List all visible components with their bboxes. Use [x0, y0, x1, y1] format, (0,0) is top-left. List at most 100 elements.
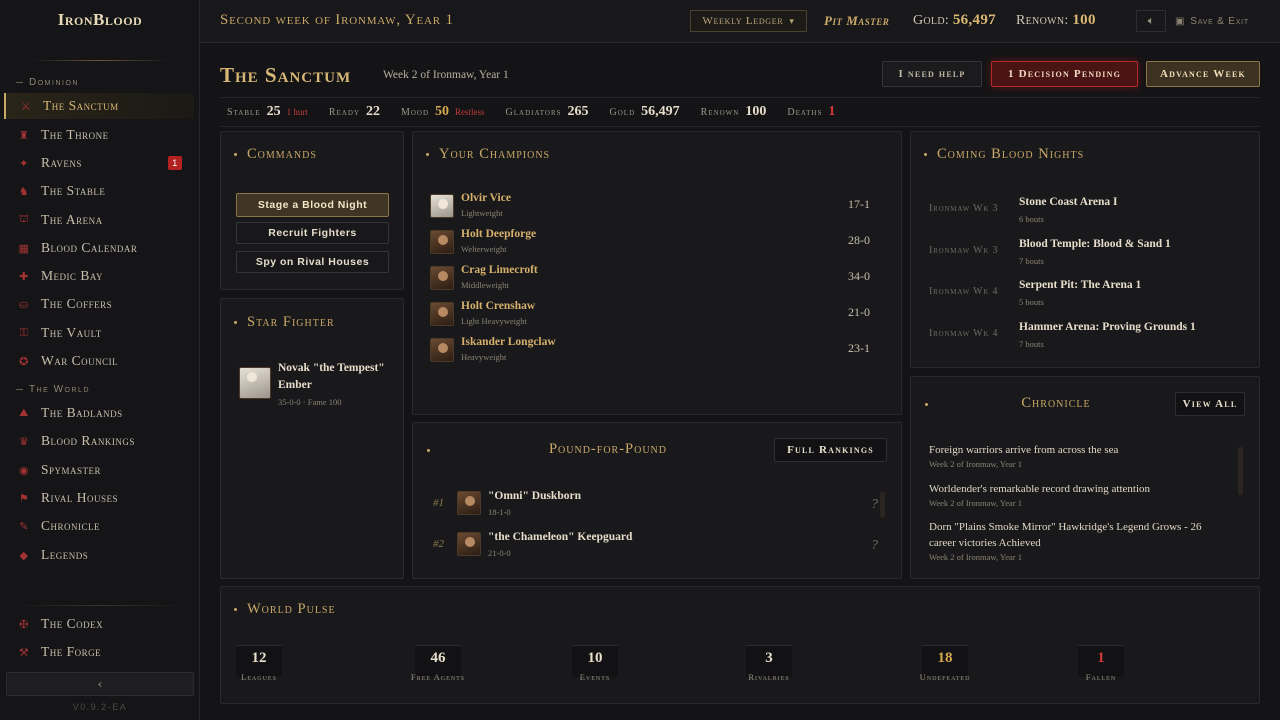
chevron-left-icon: ‹ — [97, 677, 103, 691]
speaker-icon: 🔈︎ — [1147, 14, 1155, 27]
decision-pending-button[interactable]: 1 Decision Pending — [991, 61, 1138, 87]
ranking-row[interactable]: #1 "Omni" Duskborn 18-1-0? — [433, 487, 888, 521]
blood-night-row[interactable]: Ironmaw Wk 3 Stone Coast Arena I6 bouts — [929, 190, 1259, 230]
champion-row[interactable]: Olvir Vice Lightweight 17-1 — [430, 190, 870, 224]
arena-icon: ⛫ — [18, 213, 30, 225]
role-title: Pit Master — [824, 13, 890, 28]
sidebar-item-legends[interactable]: ◆ Legends — [4, 542, 194, 568]
sidebar-item-blood-rankings[interactable]: ♛ Blood Rankings — [4, 428, 194, 454]
app-logo: IronBlood — [57, 10, 143, 29]
pulse-fallen: 1 Fallen — [1067, 645, 1135, 689]
scrollbar[interactable] — [880, 492, 885, 518]
avatar — [430, 194, 454, 218]
sidebar-item-medic-bay[interactable]: ✚ Medic Bay — [4, 263, 194, 289]
week-title: Second week of Ironmaw, Year 1 — [220, 12, 454, 28]
sidebar-item-forge[interactable]: ⚒ The Forge — [4, 639, 194, 665]
sidebar-item-war-council[interactable]: ✪ War Council — [4, 348, 194, 374]
sidebar-item-blood-calendar[interactable]: ▦ Blood Calendar — [4, 235, 194, 261]
avatar — [430, 266, 454, 290]
stage-blood-night-button[interactable]: Stage a Blood Night — [236, 193, 389, 217]
helm-icon: ⚔ — [20, 100, 32, 113]
pulse-free-agents: 46 Free Agents — [404, 645, 472, 689]
champion-row[interactable]: Iskander Longclaw Heavyweight 23-1 — [430, 334, 870, 368]
sidebar-item-arena[interactable]: ⛫ The Arena — [4, 207, 194, 233]
stat-gold: Gold 56,497 — [609, 104, 680, 119]
horse-icon: ♞ — [18, 185, 30, 198]
help-button[interactable]: I need help — [882, 61, 982, 87]
page-title: The Sanctum — [220, 63, 352, 87]
sidebar-item-sanctum[interactable]: ⚔ The Sanctum — [4, 93, 194, 119]
advance-week-button[interactable]: Advance Week — [1146, 61, 1260, 87]
sound-toggle-button[interactable]: 🔈︎ — [1136, 10, 1166, 32]
sidebar-item-vault[interactable]: ⚿ The Vault — [4, 320, 194, 346]
sidebar-item-rival-houses[interactable]: ⚑ Rival Houses — [4, 485, 194, 511]
sidebar-item-throne[interactable]: ♜ The Throne — [4, 122, 194, 148]
sidebar-item-coffers[interactable]: ⛀ The Coffers — [4, 291, 194, 317]
weekly-ledger-dropdown[interactable]: Weekly Ledger ▾ — [690, 10, 807, 32]
sidebar-item-codex[interactable]: ✠ The Codex — [4, 611, 194, 637]
pulse-events: 10 Events — [561, 645, 629, 689]
blood-night-row[interactable]: Ironmaw Wk 4 Serpent Pit: The Arena 15 bo… — [929, 273, 1259, 313]
sidebar-item-spymaster[interactable]: ◉ Spymaster — [4, 457, 194, 483]
view-all-button[interactable]: View All — [1175, 392, 1245, 416]
panel-title: Pound-for-Pound — [548, 441, 667, 457]
stat-stable: Stable 25 1 hurt — [227, 104, 308, 119]
badlands-icon: ⛰ — [19, 406, 29, 419]
throne-icon: ♜ — [18, 129, 30, 142]
spy-icon: ◉ — [18, 464, 30, 477]
page-subtitle: Week 2 of Ironmaw, Year 1 — [383, 69, 509, 81]
star-fighter-name[interactable]: Novak "the Tempest" Ember — [278, 360, 385, 394]
codex-icon: ✠ — [19, 618, 29, 631]
commands-panel: Commands Stage a Blood Night Recruit Fig… — [220, 131, 404, 290]
avatar — [430, 230, 454, 254]
save-exit-button[interactable]: ▣ Save & Exit — [1175, 10, 1271, 32]
full-rankings-button[interactable]: Full Rankings — [774, 438, 887, 462]
chronicle-icon: ✎ — [19, 520, 29, 533]
stat-mood: Mood 50 Restless — [400, 104, 485, 119]
recruit-fighters-button[interactable]: Recruit Fighters — [236, 222, 389, 244]
stats-row: Stable 25 1 hurt Ready 22 Mood 50 Restless Gl… — [220, 97, 1260, 127]
champion-row[interactable]: Crag Limecroft Middleweight 34-0 — [430, 262, 870, 296]
forge-icon: ⚒ — [18, 646, 30, 659]
champion-row[interactable]: Holt Crenshaw Light Heavyweight 21-0 — [430, 298, 870, 332]
version-label: V0.9.2-EA — [72, 702, 128, 712]
scrollbar[interactable] — [1238, 447, 1243, 495]
champion-row[interactable]: Holt Deepforge Welterweight 28-0 — [430, 226, 870, 260]
panel-title: Your Champions — [426, 146, 550, 163]
chevron-down-icon: ▾ — [789, 15, 795, 26]
chronicle-entry[interactable]: Dorn "Plains Smoke Mirror" Hawkridge's L… — [929, 519, 1219, 562]
sidebar: IronBlood Dominion ⚔ The Sanctum ♜ The Thr… — [0, 0, 200, 720]
council-icon: ✪ — [19, 355, 29, 368]
spy-rival-houses-button[interactable]: Spy on Rival Houses — [236, 251, 389, 273]
star-fighter-panel: Star Fighter Novak "the Tempest" Ember 35… — [220, 298, 404, 579]
vault-icon: ⚿ — [19, 326, 29, 339]
panel-title: Star Fighter — [234, 314, 335, 331]
blood-night-row[interactable]: Ironmaw Wk 4 Hammer Arena: Proving Ground… — [929, 315, 1259, 355]
blood-night-row[interactable]: Ironmaw Wk 3 Blood Temple: Blood & Sand 1… — [929, 232, 1259, 272]
ravens-badge: 1 — [168, 156, 182, 170]
pulse-undefeated: 18 Undefeated — [911, 645, 979, 689]
ranking-row[interactable]: #2 "the Chameleon" Keepguard 21-0-0? — [433, 528, 888, 562]
avatar — [430, 302, 454, 326]
chronicle-entry[interactable]: Worldender's remarkable record drawing a… — [929, 481, 1229, 508]
stat-renown: Renown 100 — [700, 104, 767, 119]
avatar — [239, 367, 271, 399]
sidebar-item-badlands[interactable]: ⛰ The Badlands — [4, 400, 194, 426]
sidebar-item-chronicle[interactable]: ✎ Chronicle — [4, 513, 194, 539]
section-title-dominion: Dominion — [16, 77, 79, 88]
panel-title: Chronicle — [1021, 395, 1091, 411]
sidebar-item-ravens[interactable]: ✦ Ravens 1 — [4, 150, 194, 176]
collapse-sidebar-button[interactable]: ‹ — [6, 672, 194, 696]
section-title-world: The World — [16, 384, 90, 395]
medic-icon: ✚ — [19, 270, 29, 283]
star-fighter-meta: 35-0-0 · Fame 100 — [278, 397, 342, 407]
renown-stat: Renown: 100 — [1016, 12, 1096, 28]
chronicle-panel: Chronicle View All Foreign warriors arri… — [910, 376, 1260, 579]
gold-stat: Gold: 56,497 — [913, 12, 996, 28]
divider — [32, 60, 168, 61]
rival-icon: ⚑ — [18, 492, 30, 505]
sidebar-item-stable[interactable]: ♞ The Stable — [4, 178, 194, 204]
chronicle-entry[interactable]: Foreign warriors arrive from across the … — [929, 442, 1229, 469]
avatar — [430, 338, 454, 362]
legends-icon: ◆ — [19, 549, 29, 562]
